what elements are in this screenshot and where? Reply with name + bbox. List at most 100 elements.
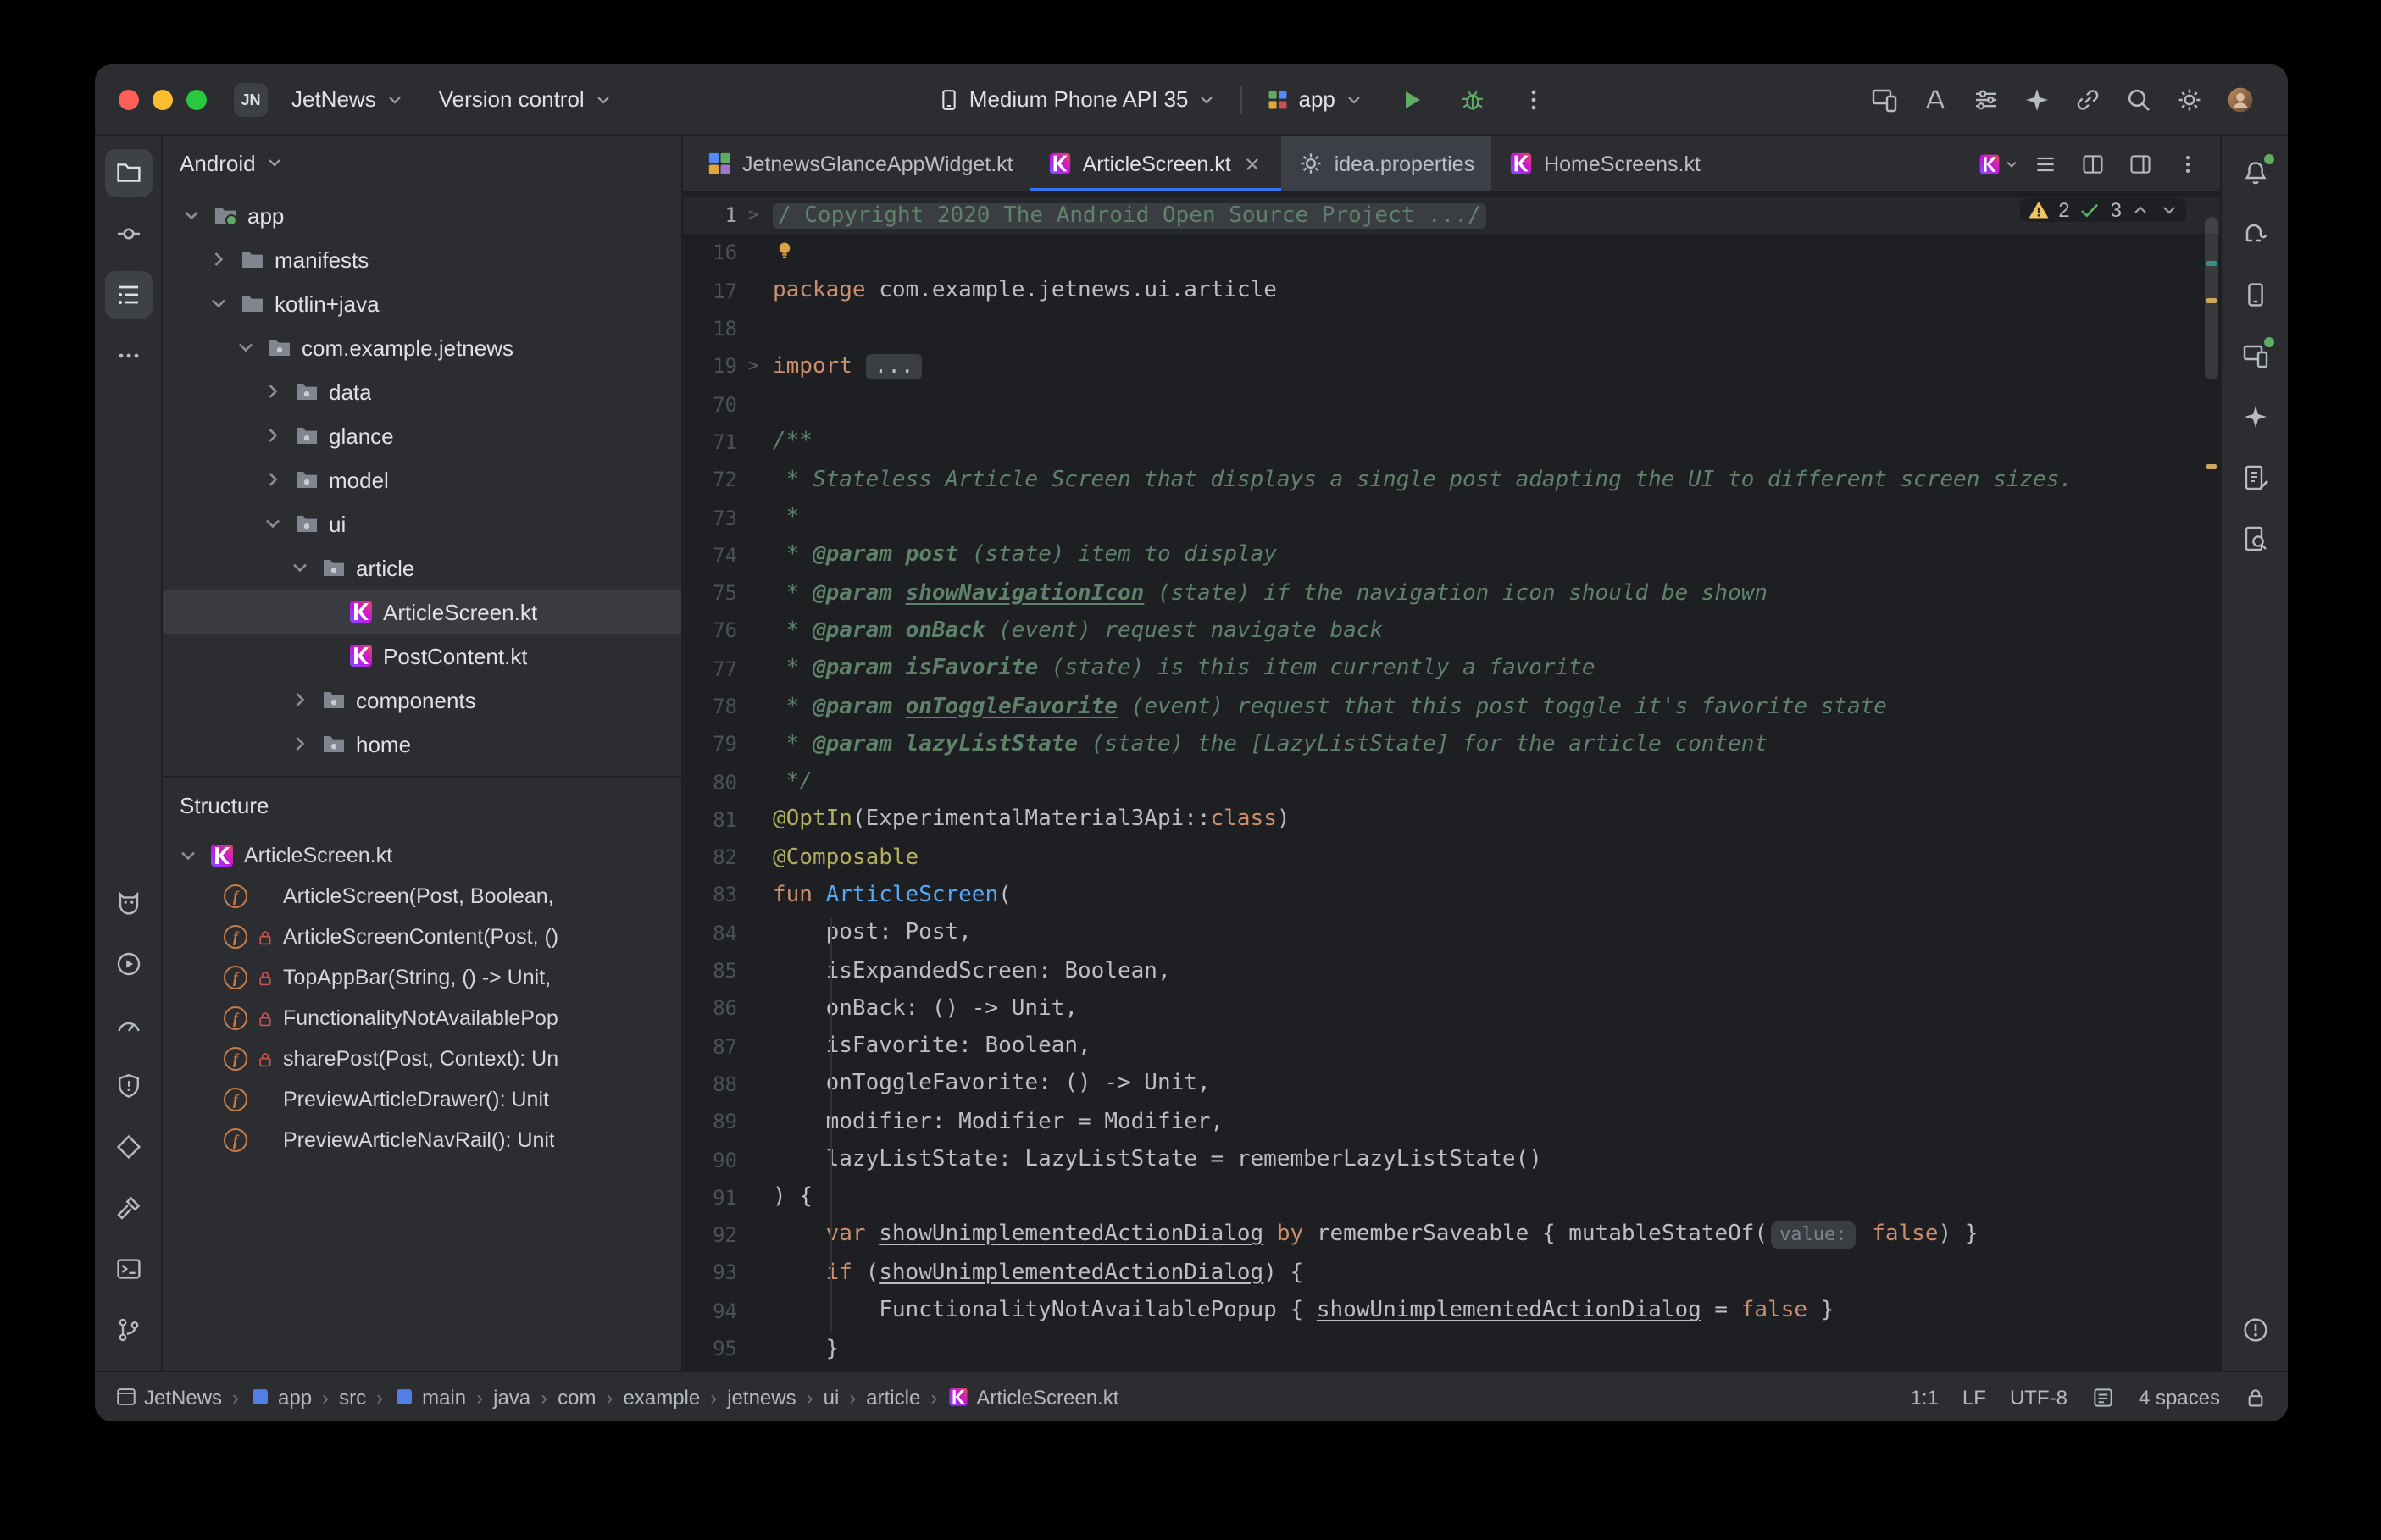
structure-item-articlescreencontent-post[interactable]: fArticleScreenContent(Post, () — [163, 917, 681, 957]
vcs-menu-button[interactable]: Version control — [429, 80, 624, 119]
editor-layout-button[interactable] — [2118, 143, 2162, 184]
cursor-position[interactable]: 1:1 — [1911, 1385, 1939, 1409]
project-item-kotlin-java[interactable]: kotlin+java — [163, 281, 681, 325]
device-shortcuts-button[interactable] — [1962, 75, 2010, 123]
run-configuration-button[interactable]: app — [1257, 80, 1374, 119]
search-everywhere-button[interactable] — [2115, 75, 2162, 123]
code-line-19[interactable]: 19>import ... — [683, 347, 2220, 385]
structure-item-articlescreen-post-boolean[interactable]: fArticleScreen(Post, Boolean, — [163, 876, 681, 917]
project-item-components[interactable]: components — [163, 678, 681, 722]
code-line-80[interactable]: 80 */ — [683, 763, 2220, 801]
build-tool-button[interactable] — [104, 1184, 152, 1232]
inspections-widget[interactable]: 2 3 — [2019, 198, 2186, 222]
code-line-86[interactable]: 86 onBack: () -> Unit, — [683, 989, 2220, 1028]
notifications-tool-button[interactable] — [2231, 149, 2278, 197]
code-line-16[interactable]: 16 — [683, 235, 2220, 273]
line-separator[interactable]: LF — [1962, 1385, 1986, 1409]
close-window-button[interactable] — [119, 89, 139, 109]
device-selector-button[interactable]: Medium Phone API 35 — [927, 80, 1228, 119]
close-tab-icon[interactable] — [1241, 152, 1265, 175]
project-item-data[interactable]: data — [163, 369, 681, 413]
studio-labs-button[interactable] — [2013, 75, 2061, 123]
code-line-75[interactable]: 75 * @param showNavigationIcon (state) i… — [683, 574, 2220, 612]
editor-scrollbar[interactable] — [2203, 193, 2220, 1371]
editor-tab-jetnewsglanceappwidget-kt[interactable]: JetnewsGlanceAppWidget.kt — [690, 136, 1030, 191]
breadcrumb-app[interactable]: app — [249, 1385, 312, 1409]
breadcrumb-example[interactable]: example — [624, 1385, 701, 1409]
project-item-model[interactable]: model — [163, 457, 681, 501]
run-button[interactable] — [1388, 75, 1435, 123]
structure-item-previewarticlenavrail-unit[interactable]: fPreviewArticleNavRail(): Unit — [163, 1120, 681, 1161]
ai-annotate-button[interactable] — [1912, 75, 1959, 123]
warning-stripe-mark[interactable] — [2206, 298, 2217, 303]
code-line-17[interactable]: 17package com.example.jetnews.ui.article — [683, 272, 2220, 310]
code-line-85[interactable]: 85 isExpandedScreen: Boolean, — [683, 952, 2220, 990]
project-item-com-example-jetnews[interactable]: com.example.jetnews — [163, 325, 681, 369]
structure-item-functionalitynotavailablepop[interactable]: fFunctionalityNotAvailablePop — [163, 998, 681, 1039]
code-line-73[interactable]: 73 * — [683, 499, 2220, 537]
code-line-77[interactable]: 77 * @param isFavorite (state) is this i… — [683, 650, 2220, 688]
debug-button[interactable] — [1449, 75, 1496, 123]
user-profile-button[interactable] — [2217, 75, 2264, 123]
hidden-tabs-button[interactable] — [1976, 143, 2020, 184]
warning-stripe-mark[interactable] — [2206, 464, 2217, 469]
fold-marker-icon[interactable]: > — [741, 357, 766, 376]
breadcrumb-com[interactable]: com — [558, 1385, 596, 1409]
editor-tab-homescreens-kt[interactable]: HomeScreens.kt — [1491, 136, 1718, 191]
more-run-options-button[interactable] — [1510, 75, 1557, 123]
readonly-lock-icon[interactable] — [2244, 1385, 2267, 1409]
gradle-tool-button[interactable] — [2231, 210, 2278, 258]
code-line-81[interactable]: 81@OptIn(ExperimentalMaterial3Api::class… — [683, 801, 2220, 839]
project-tool-button[interactable] — [104, 149, 152, 197]
assistant-tool-button[interactable] — [2231, 454, 2278, 501]
structure-item-sharepost-post-context-un[interactable]: fsharePost(Post, Context): Un — [163, 1039, 681, 1079]
project-item-home[interactable]: home — [163, 722, 681, 766]
code-line-92[interactable]: 92 var showUnimplementedActionDialog by … — [683, 1216, 2220, 1255]
more-tool-windows-tool-button[interactable] — [104, 332, 152, 379]
split-editor-button[interactable] — [2071, 143, 2115, 184]
project-panel-header[interactable]: Android — [163, 136, 681, 190]
code-line-70[interactable]: 70 — [683, 385, 2220, 424]
code-line-82[interactable]: 82@Composable — [683, 839, 2220, 877]
project-menu-button[interactable]: JetNews — [281, 80, 415, 119]
code-line-84[interactable]: 84 post: Post, — [683, 914, 2220, 952]
breadcrumb-ui[interactable]: ui — [824, 1385, 840, 1409]
structure-item-previewarticledrawer-unit[interactable]: fPreviewArticleDrawer(): Unit — [163, 1079, 681, 1120]
project-item-articlescreen-kt[interactable]: ArticleScreen.kt — [163, 590, 681, 634]
next-problem-icon[interactable] — [2159, 200, 2179, 220]
code-line-95[interactable]: 95 } — [683, 1330, 2220, 1368]
code-line-71[interactable]: 71/** — [683, 424, 2220, 462]
breadcrumb-jetnews[interactable]: jetnews — [727, 1385, 796, 1409]
link-assistant-button[interactable] — [2064, 75, 2112, 123]
mirror-device-button[interactable] — [1861, 75, 1908, 123]
minimize-window-button[interactable] — [153, 89, 173, 109]
tab-list-button[interactable] — [2023, 143, 2067, 184]
code-line-88[interactable]: 88 onToggleFavorite: () -> Unit, — [683, 1066, 2220, 1104]
code-line-94[interactable]: 94 FunctionalityNotAvailablePopup { show… — [683, 1292, 2220, 1330]
fold-marker-icon[interactable]: > — [741, 206, 766, 224]
code-line-93[interactable]: 93 if (showUnimplementedActionDialog) { — [683, 1255, 2220, 1293]
indent-style-icon[interactable] — [2091, 1385, 2115, 1409]
commit-tool-button[interactable] — [104, 210, 152, 258]
code-line-1[interactable]: 1>/ Copyright 2020 The Android Open Sour… — [683, 197, 2220, 235]
info-stripe-mark[interactable] — [2206, 261, 2217, 266]
structure-item-articlescreen-kt[interactable]: ArticleScreen.kt — [163, 835, 681, 876]
code-line-90[interactable]: 90 lazyListState: LazyListState = rememb… — [683, 1141, 2220, 1179]
problems-tool-button[interactable] — [2231, 1306, 2278, 1354]
code-line-78[interactable]: 78 * @param onToggleFavorite (event) req… — [683, 688, 2220, 726]
breadcrumb-java[interactable]: java — [493, 1385, 530, 1409]
project-item-article[interactable]: article — [163, 546, 681, 590]
previous-problem-icon[interactable] — [2130, 200, 2151, 220]
code-line-83[interactable]: 83fun ArticleScreen( — [683, 877, 2220, 915]
code-line-79[interactable]: 79 * @param lazyListState (state) the [L… — [683, 725, 2220, 763]
breadcrumb-main[interactable]: main — [393, 1385, 466, 1409]
code-line-76[interactable]: 76 * @param onBack (event) request navig… — [683, 612, 2220, 651]
code-line-89[interactable]: 89 modifier: Modifier = Modifier, — [683, 1103, 2220, 1141]
firebase-tool-button[interactable] — [104, 1123, 152, 1171]
project-item-ui[interactable]: ui — [163, 501, 681, 546]
device-manager-tool-button[interactable] — [2231, 271, 2278, 319]
breadcrumb-src[interactable]: src — [339, 1385, 366, 1409]
code-line-74[interactable]: 74 * @param post (state) item to display — [683, 536, 2220, 574]
project-item-postcontent-kt[interactable]: PostContent.kt — [163, 634, 681, 678]
breadcrumb-articlescreen-kt[interactable]: ArticleScreen.kt — [947, 1385, 1118, 1409]
